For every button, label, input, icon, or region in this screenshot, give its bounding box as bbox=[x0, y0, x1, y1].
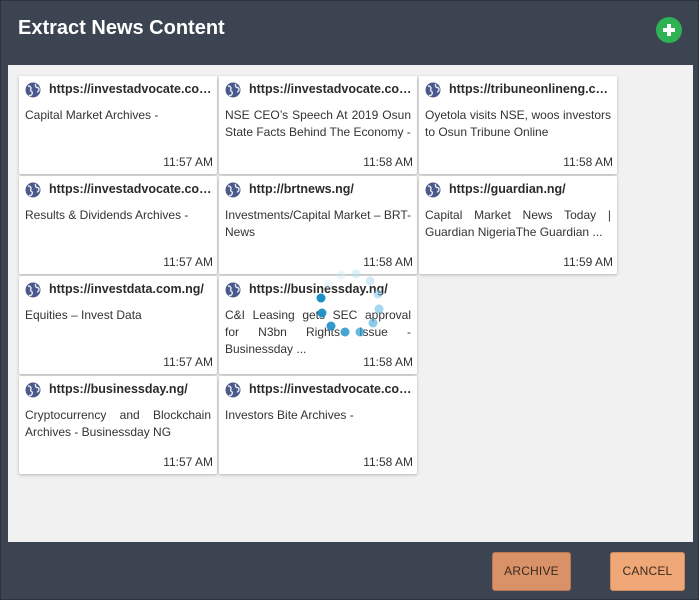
card-description: Cryptocurrency and Blockchain Archives -… bbox=[25, 408, 211, 439]
card-url: https://investadvocate.com.ng/ bbox=[49, 82, 213, 96]
archive-button[interactable]: ARCHIVE bbox=[492, 552, 571, 591]
globe-icon bbox=[425, 182, 441, 198]
card-time: 11:59 AM bbox=[563, 255, 613, 269]
globe-icon bbox=[225, 282, 241, 298]
news-card[interactable]: https://investadvocate.com.ng/ Results &… bbox=[19, 176, 217, 274]
globe-icon bbox=[25, 182, 41, 198]
news-card[interactable]: https://investdata.com.ng/ Equities – In… bbox=[19, 276, 217, 374]
card-time: 11:58 AM bbox=[563, 155, 613, 169]
card-time: 11:58 AM bbox=[363, 355, 413, 369]
globe-icon bbox=[225, 82, 241, 98]
news-card[interactable]: https://tribuneonlineng.com/ Oyetola vis… bbox=[419, 76, 617, 174]
card-description: Oyetola visits NSE, woos investors to Os… bbox=[425, 108, 611, 139]
card-url: https://investadvocate.com.ng/ bbox=[249, 382, 413, 396]
card-time: 11:58 AM bbox=[363, 155, 413, 169]
cancel-button[interactable]: CANCEL bbox=[610, 552, 685, 591]
news-card[interactable]: https://businessday.ng/ C&I Leasing gets… bbox=[219, 276, 417, 374]
dialog-title: Extract News Content bbox=[18, 17, 225, 39]
card-url: https://businessday.ng/ bbox=[49, 382, 188, 396]
card-url: https://businessday.ng/ bbox=[249, 282, 388, 296]
card-description: Investments/Capital Market – BRT-News bbox=[225, 208, 411, 239]
news-card[interactable]: https://investadvocate.com.ng/ Capital M… bbox=[19, 76, 217, 174]
card-time: 11:58 AM bbox=[363, 455, 413, 469]
card-description: Capital Market News Today | Guardian Nig… bbox=[425, 208, 611, 239]
card-description: Results & Dividends Archives - bbox=[25, 208, 189, 222]
news-card[interactable]: https://investadvocate.com.ng/ Investors… bbox=[219, 376, 417, 474]
card-description: C&I Leasing gets SEC approval for N3bn R… bbox=[225, 308, 411, 356]
globe-icon bbox=[425, 82, 441, 98]
card-url: https://investdata.com.ng/ bbox=[49, 282, 204, 296]
card-description: NSE CEO’s Speech At 2019 Osun State Fact… bbox=[225, 108, 411, 139]
globe-icon bbox=[25, 282, 41, 298]
extract-news-dialog: Extract News Content https://investadvoc… bbox=[0, 0, 699, 600]
card-url: https://tribuneonlineng.com/ bbox=[449, 82, 613, 96]
card-time: 11:57 AM bbox=[163, 155, 213, 169]
globe-icon bbox=[225, 182, 241, 198]
news-card[interactable]: https://investadvocate.com.ng/ NSE CEO’s… bbox=[219, 76, 417, 174]
card-url: https://investadvocate.com.ng/ bbox=[249, 82, 413, 96]
card-url: http://brtnews.ng/ bbox=[249, 182, 354, 196]
card-description: Equities – Invest Data bbox=[25, 308, 142, 322]
card-time: 11:57 AM bbox=[163, 255, 213, 269]
card-url: https://guardian.ng/ bbox=[449, 182, 566, 196]
globe-icon bbox=[25, 382, 41, 398]
add-button[interactable] bbox=[656, 17, 682, 43]
card-time: 11:57 AM bbox=[163, 355, 213, 369]
news-card[interactable]: https://businessday.ng/ Cryptocurrency a… bbox=[19, 376, 217, 474]
globe-icon bbox=[25, 82, 41, 98]
card-description: Capital Market Archives - bbox=[25, 108, 159, 122]
globe-icon bbox=[225, 382, 241, 398]
news-card[interactable]: https://guardian.ng/ Capital Market News… bbox=[419, 176, 617, 274]
news-card-grid: https://investadvocate.com.ng/ Capital M… bbox=[8, 65, 693, 542]
card-time: 11:57 AM bbox=[163, 455, 213, 469]
card-description: Investors Bite Archives - bbox=[225, 408, 354, 422]
card-time: 11:58 AM bbox=[363, 255, 413, 269]
card-url: https://investadvocate.com.ng/ bbox=[49, 182, 213, 196]
news-card[interactable]: http://brtnews.ng/ Investments/Capital M… bbox=[219, 176, 417, 274]
